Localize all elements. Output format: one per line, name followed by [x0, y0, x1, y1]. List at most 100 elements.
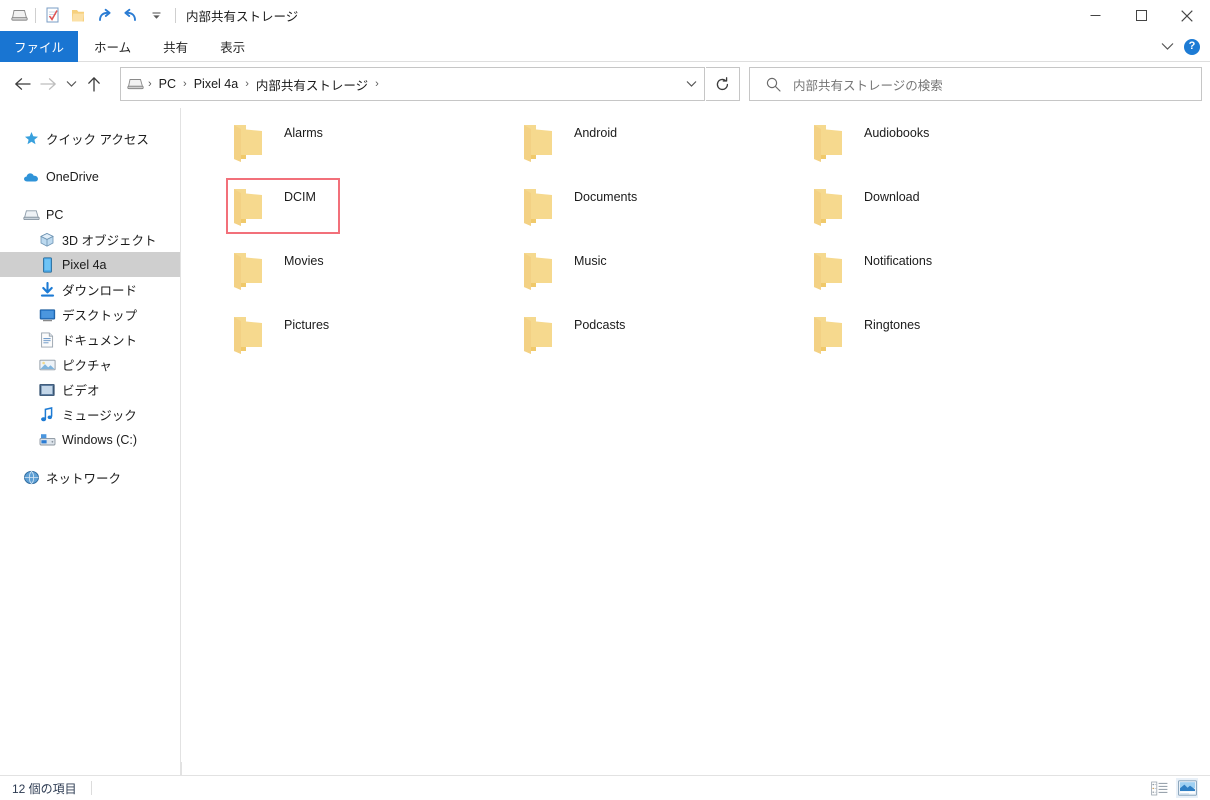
tab-home[interactable]: ホーム [78, 31, 147, 62]
sidebar-item-label: デスクトップ [62, 309, 138, 323]
sidebar-item-windows-c[interactable]: Windows (C:) [0, 427, 180, 452]
downloads-icon [38, 281, 56, 299]
ribbon-tabs: ファイル ホーム 共有 表示 ? [0, 31, 1210, 62]
quick-access-toolbar: 内部共有ストレージ [0, 0, 298, 31]
sidebar-item-label: ピクチャ [62, 359, 112, 373]
sidebar-item-label: 3D オブジェクト [62, 234, 157, 248]
folder-icon [516, 182, 562, 230]
folder-icon [516, 118, 562, 166]
sidebar-item-downloads[interactable]: ダウンロード [0, 277, 180, 302]
breadcrumb-internal-storage[interactable]: 内部共有ストレージ [253, 75, 371, 94]
minimize-button[interactable] [1072, 0, 1118, 31]
address-dropdown-button[interactable] [678, 68, 704, 100]
file-item-label: Podcasts [574, 318, 626, 332]
file-item-movies[interactable]: Movies [226, 244, 516, 308]
documents-icon [38, 331, 56, 349]
file-item-pictures[interactable]: Pictures [226, 308, 516, 372]
view-mode-buttons [1148, 778, 1210, 798]
redo-icon[interactable] [91, 4, 117, 28]
sidebar-item-3d-objects[interactable]: 3D オブジェクト [0, 227, 180, 252]
breadcrumb-separator[interactable]: › [179, 78, 191, 90]
undo-icon[interactable] [117, 4, 143, 28]
sidebar-item-documents[interactable]: ドキュメント [0, 327, 180, 352]
sidebar-item-music[interactable]: ミュージック [0, 402, 180, 427]
ribbon-right-controls: ? [1161, 31, 1210, 62]
file-item-download[interactable]: Download [806, 180, 1096, 244]
file-item-label: Movies [284, 254, 324, 268]
breadcrumb-pixel-4a[interactable]: Pixel 4a [191, 77, 241, 91]
properties-icon[interactable] [39, 4, 65, 28]
file-item-label: Audiobooks [864, 126, 930, 140]
sidebar-item-label: ダウンロード [62, 284, 138, 298]
sidebar-item-pc[interactable]: PC [0, 202, 180, 227]
folder-icon [806, 246, 852, 294]
network-icon [22, 469, 40, 487]
tab-share[interactable]: 共有 [147, 31, 204, 62]
help-icon[interactable]: ? [1184, 38, 1200, 55]
folder-icon [226, 182, 272, 230]
pictures-icon [38, 356, 56, 374]
sidebar-item-quick-access[interactable]: クイック アクセス [0, 126, 180, 151]
maximize-button[interactable] [1118, 0, 1164, 31]
breadcrumb-separator[interactable]: › [144, 78, 156, 90]
search-input[interactable]: 内部共有ストレージの検索 [793, 75, 943, 94]
folder-icon [226, 310, 272, 358]
sidebar-item-network[interactable]: ネットワーク [0, 465, 180, 490]
file-item-dcim[interactable]: DCIM [226, 178, 516, 244]
sidebar-item-pictures[interactable]: ピクチャ [0, 352, 180, 377]
status-bar: 12 個の項目 [0, 775, 1210, 800]
up-button[interactable] [81, 69, 107, 99]
folder-grid: Alarms Android Audiobooks DCIM Documents… [182, 108, 1210, 372]
file-item-android[interactable]: Android [516, 116, 806, 180]
folder-icon [806, 310, 852, 358]
breadcrumb-pc[interactable]: PC [156, 77, 179, 91]
file-item-label: Documents [574, 190, 638, 204]
forward-button[interactable] [35, 69, 61, 99]
close-button[interactable] [1164, 0, 1210, 31]
music-icon [38, 406, 56, 424]
recent-locations-button[interactable] [61, 69, 81, 99]
search-icon [766, 77, 781, 92]
tab-file[interactable]: ファイル [0, 31, 79, 62]
folder-icon [226, 118, 272, 166]
device-icon[interactable] [6, 4, 32, 28]
file-item-label: Ringtones [864, 318, 921, 332]
search-box[interactable]: 内部共有ストレージの検索 [749, 67, 1202, 101]
tab-view[interactable]: 表示 [204, 31, 261, 62]
phone-icon [38, 256, 56, 274]
back-button[interactable] [9, 69, 35, 99]
refresh-button[interactable] [706, 67, 740, 101]
window-title: 内部共有ストレージ [186, 10, 299, 24]
sidebar-item-label: Pixel 4a [62, 257, 107, 272]
file-item-podcasts[interactable]: Podcasts [516, 308, 806, 372]
address-bar[interactable]: › PC › Pixel 4a › 内部共有ストレージ › [120, 67, 705, 101]
file-item-music[interactable]: Music [516, 244, 806, 308]
file-item-documents[interactable]: Documents [516, 180, 806, 244]
file-item-audiobooks[interactable]: Audiobooks [806, 116, 1096, 180]
sidebar-item-label: ミュージック [62, 409, 137, 423]
sidebar-item-desktop[interactable]: デスクトップ [0, 302, 180, 327]
folder-icon [226, 246, 272, 294]
file-item-notifications[interactable]: Notifications [806, 244, 1096, 308]
file-item-label: Android [574, 126, 618, 140]
title-bar: 内部共有ストレージ [0, 0, 1210, 31]
folder-icon [516, 310, 562, 358]
new-folder-icon[interactable] [65, 4, 91, 28]
file-list-pane[interactable]: Alarms Android Audiobooks DCIM Documents… [182, 108, 1210, 775]
pc-icon [22, 206, 40, 224]
sidebar-item-pixel-4a[interactable]: Pixel 4a [0, 252, 180, 277]
breadcrumb-separator[interactable]: › [241, 78, 253, 90]
file-item-alarms[interactable]: Alarms [226, 116, 516, 180]
sidebar-item-label: クイック アクセス [46, 133, 149, 147]
file-item-label: DCIM [284, 190, 316, 204]
chevron-down-icon[interactable] [1161, 42, 1174, 51]
breadcrumb-separator[interactable]: › [371, 78, 383, 90]
large-icons-view-button[interactable] [1176, 778, 1198, 798]
details-view-button[interactable] [1148, 778, 1170, 798]
customize-qat-icon[interactable] [143, 4, 169, 28]
status-separator [90, 781, 92, 795]
sidebar-item-videos[interactable]: ビデオ [0, 377, 180, 402]
cloud-icon [22, 168, 40, 186]
file-item-ringtones[interactable]: Ringtones [806, 308, 1096, 372]
sidebar-item-onedrive[interactable]: OneDrive [0, 164, 180, 189]
